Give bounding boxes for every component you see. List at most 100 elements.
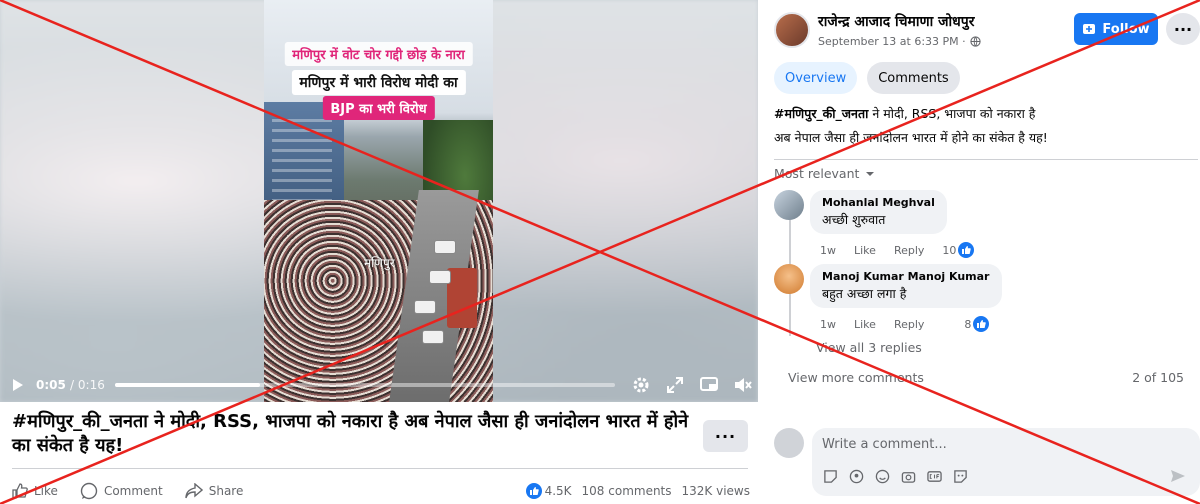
pip-icon[interactable]	[699, 375, 719, 395]
comment-age[interactable]: 1w	[820, 244, 836, 257]
like-reaction-icon	[525, 483, 542, 499]
like-reaction-icon	[958, 242, 975, 258]
emoji-icon[interactable]	[874, 468, 890, 484]
comment-like-button[interactable]: Like	[854, 318, 876, 331]
comment-text: अच्छी शुरुवात	[822, 212, 886, 227]
comment-label: Comment	[103, 484, 163, 498]
video-frame[interactable]: मणिपुर में वोट चोर गद्दी छोड़ के नारा मण…	[264, 0, 493, 402]
comment-reaction-number: 10	[942, 243, 957, 257]
post-stats: 4.5K 108 comments 132K views	[525, 483, 750, 499]
camera-icon[interactable]	[900, 468, 916, 484]
comment-button[interactable]: Comment	[80, 482, 163, 500]
comment-bubble: Manoj Kumar Manoj Kumar बहुत अच्छा लगा ह…	[810, 264, 1002, 308]
comment-meta: 1w Like Reply 10	[820, 242, 975, 258]
gif-icon[interactable]	[926, 468, 942, 484]
comment-pagination: 2 of 105	[1132, 370, 1184, 385]
panel-more-button[interactable]: ···	[1166, 13, 1200, 45]
comment-item: Mohanlal Meghval अच्छी शुरुवात	[774, 190, 947, 234]
comment-reaction-count[interactable]: 8	[964, 316, 990, 332]
video-progress-bar[interactable]	[114, 383, 615, 387]
caption-line-2: अब नेपाल जैसा ही जनांदोलन भारत में होने …	[774, 130, 1048, 145]
share-icon	[185, 483, 203, 499]
comment-composer: Write a comment...	[774, 428, 1200, 496]
facebook-post-view: मणिपुर में वोट चोर गद्दी छोड़ के नारा मण…	[0, 0, 1200, 504]
divider	[12, 468, 748, 469]
comment-text: बहुत अच्छा लगा है	[822, 286, 907, 301]
like-label: Like	[34, 484, 58, 498]
sort-dropdown[interactable]: Most relevant	[774, 166, 875, 181]
comment-reply-button[interactable]: Reply	[894, 244, 924, 257]
car-image	[422, 330, 444, 344]
comment-reaction-count[interactable]: 10	[942, 242, 975, 258]
author-name[interactable]: राजेन्द्र आजाद चिमाणा जोधपुर	[818, 12, 974, 31]
caption-text: ने मोदी, RSS, भाजपा को नकारा है	[868, 106, 1036, 121]
share-button[interactable]: Share	[185, 483, 244, 499]
thumbs-up-icon	[12, 483, 28, 499]
post-date-text[interactable]: September 13 at 6:33 PM ·	[818, 35, 966, 48]
post-actions-bar: Like Comment Share 4.5K 108 comments 132…	[12, 478, 750, 504]
comment-age[interactable]: 1w	[820, 318, 836, 331]
post-side-panel: राजेन्द्र आजाद चिमाणा जोधपुर September 1…	[760, 0, 1200, 504]
fullscreen-icon[interactable]	[665, 375, 685, 395]
mute-icon[interactable]	[733, 375, 753, 395]
share-label: Share	[208, 484, 244, 498]
author-avatar[interactable]	[774, 12, 810, 48]
post-date: September 13 at 6:33 PM ·	[818, 35, 981, 48]
video-progress-fill	[114, 383, 260, 387]
like-button[interactable]: Like	[12, 483, 58, 499]
post-caption: #मणिपुर_की_जनता ने मोदी, RSS, भाजपा को न…	[774, 102, 1194, 150]
view-more-comments-link[interactable]: View more comments	[788, 370, 924, 385]
reaction-count[interactable]: 4.5K	[545, 484, 572, 498]
follow-label: Follow	[1102, 21, 1150, 37]
chevron-down-icon	[866, 171, 875, 176]
settings-icon[interactable]	[631, 375, 651, 395]
caption-hashtag[interactable]: #मणिपुर_की_जनता	[774, 106, 868, 121]
video-caption-1: मणिपुर में वोट चोर गद्दी छोड़ के नारा	[284, 42, 473, 66]
car-image	[434, 240, 456, 254]
panel-tabs: Overview Comments	[774, 62, 960, 94]
location-label: मणिपुर	[364, 256, 395, 270]
video-player[interactable]: मणिपुर में वोट चोर गद्दी छोड़ के नारा मण…	[0, 0, 758, 402]
tab-overview[interactable]: Overview	[774, 62, 858, 94]
car-image	[414, 300, 436, 314]
current-user-avatar	[774, 428, 804, 458]
sticker-icon[interactable]	[822, 468, 838, 484]
view-replies-link[interactable]: View all 3 replies	[816, 340, 922, 355]
divider	[774, 159, 1198, 160]
comments-count[interactable]: 108 comments	[582, 484, 672, 498]
play-icon[interactable]	[10, 377, 26, 393]
comment-reply-button[interactable]: Reply	[894, 318, 924, 331]
comment-input[interactable]: Write a comment...	[812, 428, 1200, 496]
comment-reaction-number: 8	[964, 317, 972, 331]
globe-icon	[970, 36, 981, 47]
comment-item: Manoj Kumar Manoj Kumar बहुत अच्छा लगा ह…	[774, 264, 1002, 308]
time-total: / 0:16	[70, 378, 105, 392]
send-icon[interactable]	[1170, 468, 1186, 487]
comment-like-button[interactable]: Like	[854, 244, 876, 257]
commenter-avatar[interactable]	[774, 264, 804, 294]
avatar-sticker-icon[interactable]	[848, 468, 864, 484]
sort-label: Most relevant	[774, 166, 860, 181]
views-count: 132K views	[681, 484, 750, 498]
sticker-face-icon[interactable]	[952, 468, 968, 484]
post-more-button[interactable]: ···	[703, 420, 748, 452]
commenter-name[interactable]: Manoj Kumar Manoj Kumar	[822, 270, 990, 283]
time-current: 0:05	[36, 378, 66, 392]
add-friend-icon	[1083, 24, 1096, 34]
video-controls: 0:05 / 0:16	[0, 368, 758, 402]
post-title: #मणिपुर_की_जनता ने मोदी, RSS, भाजपा को न…	[12, 411, 689, 456]
commenter-name[interactable]: Mohanlal Meghval	[822, 196, 935, 209]
car-image	[429, 270, 451, 284]
comment-placeholder: Write a comment...	[822, 437, 947, 452]
tab-comments[interactable]: Comments	[867, 62, 960, 94]
video-caption-3: BJP का भरी विरोध	[322, 96, 435, 120]
comment-icon	[80, 482, 98, 500]
video-caption-2: मणिपुर में भारी विरोध मोदी का	[291, 70, 466, 95]
commenter-avatar[interactable]	[774, 190, 804, 220]
bus-image	[447, 268, 477, 328]
view-more-row: View more comments 2 of 105	[788, 370, 1184, 385]
video-time: 0:05 / 0:16	[36, 378, 105, 392]
comment-bubble: Mohanlal Meghval अच्छी शुरुवात	[810, 190, 947, 234]
follow-button[interactable]: Follow	[1074, 13, 1158, 45]
like-reaction-icon	[973, 316, 990, 332]
